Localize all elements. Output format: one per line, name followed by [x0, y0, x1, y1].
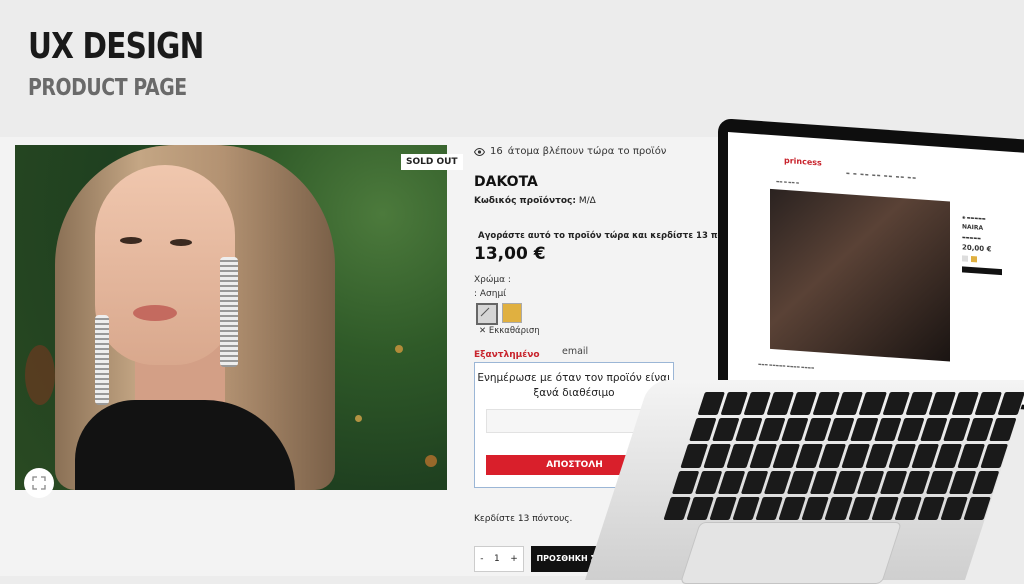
laptop-product-name: NAIRA — [962, 223, 984, 232]
quantity-increase-button[interactable]: + — [510, 554, 518, 564]
laptop-add-button — [962, 266, 1024, 278]
sold-out-badge: SOLD OUT — [401, 154, 463, 170]
model-eye — [120, 237, 142, 244]
color-label: Χρώμα : — [474, 275, 511, 285]
color-selected-value: : Ασημί — [474, 289, 507, 299]
model-lips — [133, 305, 177, 321]
headline-title: UX DESIGN — [28, 26, 204, 67]
eye-icon — [474, 147, 485, 156]
swatch-silver[interactable] — [476, 303, 498, 325]
selected-check-icon — [480, 307, 490, 317]
earn-points-text: Κερδίστε 13 πόντους. — [474, 514, 573, 524]
swatch-gold[interactable] — [502, 303, 522, 323]
quantity-value[interactable]: 1 — [494, 554, 500, 564]
clear-selection[interactable]: ✕ Εκκαθάριση — [479, 326, 540, 336]
bokeh-light — [425, 455, 437, 467]
model-face — [95, 165, 235, 365]
viewers-indicator: 16 άτομα βλέπουν τώρα το προϊόν — [474, 146, 666, 157]
laptop-product-price: 20,00 € — [962, 243, 992, 254]
expand-icon — [32, 476, 46, 490]
product-name: DAKOTA — [474, 174, 538, 190]
laptop-site-logo: princess — [784, 155, 822, 168]
keyboard-key — [980, 444, 1008, 468]
email-label: email — [562, 346, 589, 357]
headline-subtitle: PRODUCT PAGE — [28, 75, 187, 101]
bokeh-light — [355, 415, 362, 422]
keyboard-key — [997, 392, 1024, 416]
zoom-button[interactable] — [24, 468, 54, 498]
product-sku: Κωδικός προϊόντος: Μ/Δ — [474, 196, 596, 206]
laptop-product-info: ◉ ▬▬▬▬▬ NAIRA ▬▬▬▬▬ 20,00 € — [962, 214, 1024, 282]
keyboard-key — [988, 418, 1017, 442]
earring-left — [95, 315, 109, 405]
sku-value: Μ/Δ — [578, 196, 596, 206]
laptop-product-image — [770, 188, 950, 362]
laptop-display: princess ▬ ▬ ▬▬ ▬▬ ▬▬ ▬▬ ▬▬ ▬▬ ▬ ▬▬ ▬ ◉ … — [728, 132, 1024, 405]
laptop-swatches — [962, 255, 1024, 267]
laptop-trackpad — [679, 522, 902, 584]
stock-status: Εξαντλημένο — [474, 350, 540, 360]
laptop-footer-text: ▬▬▬ ▬▬▬▬▬ ▬▬▬▬ ▬▬▬▬ — [758, 362, 815, 371]
clear-label: Εκκαθάριση — [488, 326, 540, 336]
laptop-keyboard — [663, 392, 1024, 520]
viewers-text: άτομα βλέπουν τώρα το προϊόν — [507, 146, 667, 157]
bokeh-light — [25, 345, 55, 405]
notify-title: Ενημέρωσε με όταν τον προϊόν είναι ξανά … — [477, 372, 671, 399]
product-price: 13,00 € — [474, 244, 546, 264]
keyboard-key — [971, 470, 1000, 494]
laptop-sku: ▬▬▬▬▬ — [962, 234, 981, 241]
points-promo: Αγοράστε αυτό το προϊόν τώρα και κερδίστ… — [478, 231, 756, 241]
viewers-count: 16 — [490, 146, 503, 157]
quantity-stepper: - 1 + — [474, 546, 524, 572]
model-eye — [170, 239, 192, 246]
laptop-viewers: ◉ ▬▬▬▬▬ — [962, 214, 986, 222]
headline: UX DESIGN PRODUCT PAGE — [28, 26, 328, 101]
product-image[interactable] — [15, 145, 447, 490]
laptop-site-nav: ▬ ▬ ▬▬ ▬▬ ▬▬ ▬▬ ▬▬ — [846, 170, 917, 181]
quantity-decrease-button[interactable]: - — [480, 554, 483, 564]
sku-label: Κωδικός προϊόντος: — [474, 196, 576, 206]
close-icon: ✕ — [479, 326, 487, 336]
earring-right — [220, 257, 238, 367]
keyboard-key — [963, 496, 991, 520]
bokeh-light — [395, 345, 403, 353]
laptop-breadcrumb: ▬▬ ▬ ▬▬ ▬ — [776, 179, 800, 185]
